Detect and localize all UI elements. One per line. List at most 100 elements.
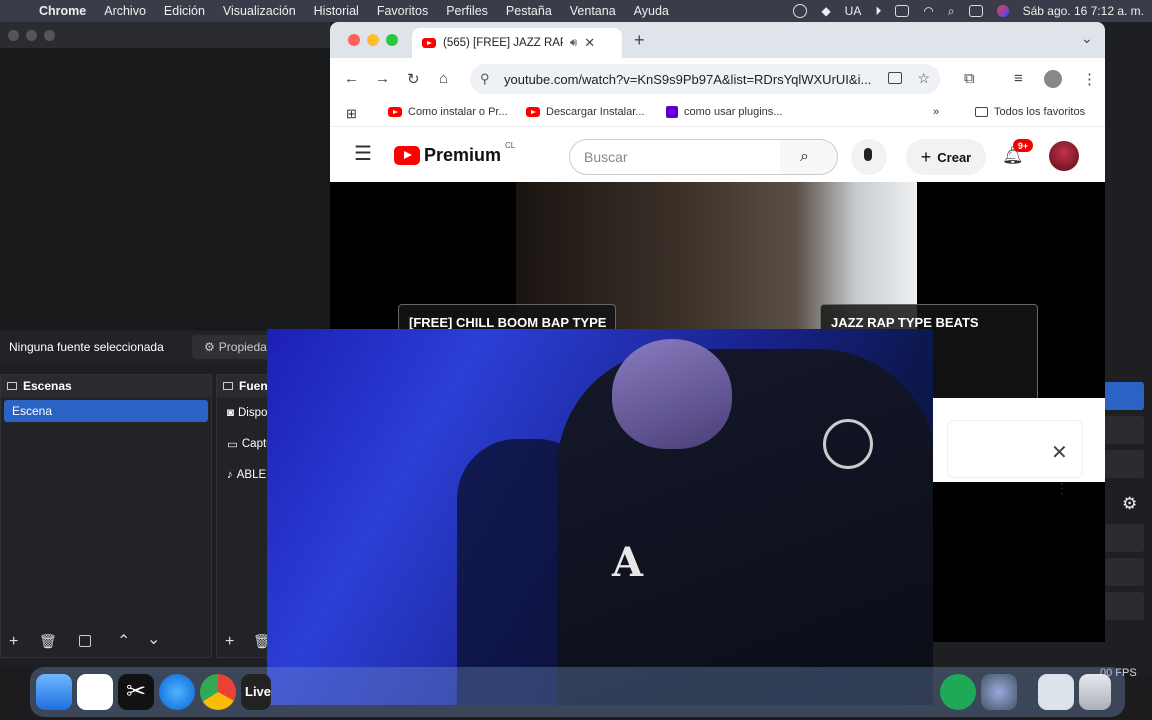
- status-circle-icon[interactable]: [793, 4, 808, 18]
- media-controls-icon[interactable]: ≡: [1014, 70, 1023, 87]
- monitor-icon: ▭: [227, 438, 238, 451]
- camera-icon: ◙: [227, 406, 234, 419]
- trash-icon[interactable]: [1079, 674, 1111, 710]
- menu-historial[interactable]: Historial: [305, 4, 368, 18]
- scene-item-label: Escena: [12, 404, 53, 418]
- profile-avatar-icon[interactable]: [1044, 70, 1062, 88]
- bookmark-item[interactable]: como usar plugins...: [666, 106, 782, 118]
- voice-search-button[interactable]: [851, 139, 887, 175]
- search-input[interactable]: Buscar: [569, 139, 781, 175]
- menu-visualizacion[interactable]: Visualización: [214, 4, 305, 18]
- utorrent-icon[interactable]: [940, 674, 976, 710]
- home-icon[interactable]: ⌂: [439, 70, 448, 87]
- webcam-overlay: A: [267, 329, 933, 705]
- more-bookmarks-chevron-icon[interactable]: »: [933, 106, 939, 118]
- scene-item[interactable]: Escena: [4, 400, 208, 422]
- obs-titlebar: [0, 22, 330, 48]
- studio-mode-button[interactable]: [1104, 524, 1144, 552]
- new-tab-button[interactable]: +: [634, 30, 645, 51]
- window-close-button[interactable]: [348, 34, 360, 46]
- settings-button[interactable]: [1104, 558, 1144, 586]
- search-icon: ⌕: [800, 148, 809, 165]
- dock-icon: [7, 382, 17, 390]
- bookmark-star-icon[interactable]: ☆: [917, 70, 930, 87]
- forward-arrow-icon[interactable]: →: [375, 70, 390, 87]
- tab-close-icon[interactable]: ✕: [584, 35, 595, 51]
- card-title: [FREE] CHILL BOOM BAP TYPE: [409, 315, 607, 330]
- youtube-premium-logo[interactable]: Premium CL: [394, 141, 515, 166]
- reload-icon[interactable]: ↻: [407, 70, 420, 88]
- add-scene-button[interactable]: +: [9, 633, 18, 651]
- menu-perfiles[interactable]: Perfiles: [437, 4, 497, 18]
- no-source-label: Ninguna fuente seleccionada: [9, 340, 164, 354]
- remove-scene-button[interactable]: 🗑: [39, 633, 57, 650]
- ableton-live-icon[interactable]: Live: [241, 674, 271, 710]
- window-minimize-button[interactable]: [367, 34, 379, 46]
- more-options-icon[interactable]: ⋮: [1055, 480, 1069, 497]
- window-zoom-button[interactable]: [386, 34, 398, 46]
- tab-search-chevron-icon[interactable]: ⌄: [1081, 30, 1093, 47]
- start-streaming-button[interactable]: [1104, 382, 1144, 410]
- play-circle-icon[interactable]: ⏵: [875, 4, 881, 19]
- wifi-icon[interactable]: ◠: [923, 4, 933, 18]
- obs-preview: [0, 48, 330, 330]
- all-bookmarks-label: Todos los favoritos: [994, 106, 1086, 118]
- obs-close-button[interactable]: [8, 30, 19, 41]
- add-source-button[interactable]: +: [225, 633, 234, 651]
- downloads-folder-icon[interactable]: [1038, 674, 1074, 710]
- address-bar[interactable]: ⚲ youtube.com/watch?v=KnS9s9Pb97A&list=R…: [470, 64, 940, 94]
- clock-datetime[interactable]: Sáb ago. 16 7:12 a. m.: [1023, 4, 1144, 18]
- finder-icon[interactable]: [36, 674, 72, 710]
- input-source[interactable]: UA: [845, 4, 862, 18]
- install-app-icon[interactable]: [888, 72, 902, 84]
- tab-strip: (565) [FREE] JAZZ RAP T 🔊︎ ✕ + ⌄: [330, 22, 1105, 58]
- menu-ventana[interactable]: Ventana: [561, 4, 625, 18]
- quicktime-icon[interactable]: [981, 674, 1017, 710]
- close-icon[interactable]: ✕: [1051, 440, 1068, 465]
- move-scene-up-button[interactable]: ⌃: [117, 631, 130, 651]
- menu-bar: Chrome Archivo Edición Visualización His…: [0, 0, 1152, 22]
- menu-favoritos[interactable]: Favoritos: [368, 4, 437, 18]
- source-label: ABLE: [236, 468, 267, 481]
- exit-button[interactable]: [1104, 592, 1144, 620]
- chrome-menu-icon[interactable]: ⋮: [1082, 70, 1097, 88]
- spotlight-search-icon[interactable]: ⌕: [948, 4, 955, 19]
- move-scene-down-button[interactable]: ⌄: [147, 629, 160, 649]
- siri-icon[interactable]: [996, 5, 1009, 17]
- capcut-icon[interactable]: ✂: [118, 674, 154, 710]
- bookmark-item[interactable]: Descargar Instalar...: [526, 106, 644, 118]
- obs-zoom-button[interactable]: [44, 30, 55, 41]
- menu-app-name[interactable]: Chrome: [27, 4, 95, 18]
- safari-icon[interactable]: [159, 674, 195, 710]
- site-info-icon[interactable]: ⚲: [480, 71, 490, 87]
- battery-icon[interactable]: [895, 5, 910, 17]
- start-recording-button[interactable]: [1104, 416, 1144, 444]
- settings-gear-icon[interactable]: ⚙: [1122, 494, 1137, 514]
- obs-controls-dock: ⚙: [1104, 374, 1152, 674]
- virtual-camera-button[interactable]: [1104, 450, 1144, 478]
- menu-edicion[interactable]: Edición: [155, 4, 214, 18]
- obs-minimize-button[interactable]: [26, 30, 37, 41]
- tab-youtube[interactable]: (565) [FREE] JAZZ RAP T 🔊︎ ✕: [412, 28, 622, 58]
- menu-ayuda[interactable]: Ayuda: [625, 4, 678, 18]
- create-button[interactable]: + Crear: [906, 139, 986, 175]
- hamburger-menu-icon[interactable]: ☰: [354, 141, 372, 166]
- apps-grid-icon[interactable]: ⊞: [346, 106, 357, 122]
- menu-pestana[interactable]: Pestaña: [497, 4, 561, 18]
- back-arrow-icon[interactable]: ←: [344, 70, 359, 87]
- chrome-icon[interactable]: [200, 674, 236, 710]
- extensions-puzzle-icon[interactable]: ⧉: [964, 70, 975, 87]
- region-code: CL: [505, 141, 516, 150]
- audio-playing-icon[interactable]: 🔊︎: [570, 37, 577, 50]
- diamond-icon[interactable]: ◆: [821, 4, 830, 18]
- scene-filters-button[interactable]: [79, 635, 91, 647]
- search-button[interactable]: ⌕: [780, 139, 838, 175]
- menu-archivo[interactable]: Archivo: [95, 4, 155, 18]
- account-avatar[interactable]: [1049, 141, 1079, 171]
- control-center-icon[interactable]: [968, 5, 983, 17]
- launchpad-icon[interactable]: [77, 674, 113, 710]
- url-text: youtube.com/watch?v=KnS9s9Pb97A&list=RDr…: [504, 71, 872, 87]
- logo-text: Premium: [424, 145, 502, 165]
- all-bookmarks-folder[interactable]: Todos los favoritos: [975, 106, 1085, 118]
- bookmark-item[interactable]: Como instalar o Pr...: [388, 106, 508, 118]
